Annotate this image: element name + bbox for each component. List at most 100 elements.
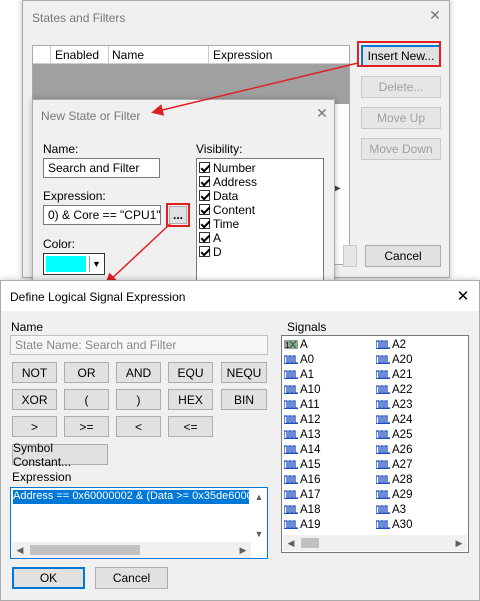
- define-close-icon[interactable]: ✕: [453, 287, 473, 305]
- signal-waveform-icon: [376, 430, 390, 439]
- signal-waveform-icon: [284, 370, 298, 379]
- signal-name: A: [300, 339, 308, 351]
- signals-list[interactable]: 1 A A0 A1 A10 A11 A12 A13 A14 A15 A16 A17 A18 A19 A2 A…: [281, 335, 469, 553]
- state-name-field[interactable]: State Name: Search and Filter: [10, 335, 268, 355]
- signal-item[interactable]: A26: [376, 443, 466, 458]
- signal-waveform-icon: [376, 505, 390, 514]
- signal-waveform-icon: [284, 490, 298, 499]
- svg-text:1: 1: [285, 341, 290, 349]
- scroll-left-icon[interactable]: ◀: [12, 542, 28, 558]
- signal-waveform-icon: [376, 385, 390, 394]
- scroll-right-icon[interactable]: ▶: [235, 542, 251, 558]
- signal-name: A28: [392, 474, 413, 486]
- signals-label: Signals: [287, 320, 327, 334]
- less-equal-button[interactable]: <=: [168, 416, 213, 437]
- less-button[interactable]: <: [116, 416, 161, 437]
- signal-item[interactable]: A13: [284, 428, 376, 443]
- signal-item[interactable]: A29: [376, 488, 466, 503]
- hex-button[interactable]: HEX: [168, 389, 213, 410]
- signal-item[interactable]: A2: [376, 338, 466, 353]
- signal-item[interactable]: A25: [376, 428, 466, 443]
- arrow-to-new-state-window: [151, 62, 359, 116]
- signal-item[interactable]: A21: [376, 368, 466, 383]
- signal-waveform-icon: [284, 415, 298, 424]
- bin-button[interactable]: BIN: [221, 389, 267, 410]
- signal-name: A29: [392, 489, 413, 501]
- signal-item[interactable]: A22: [376, 383, 466, 398]
- signal-name: A26: [392, 444, 413, 456]
- signal-name: A17: [300, 489, 321, 501]
- signal-waveform-icon: [376, 475, 390, 484]
- signal-name: A2: [392, 339, 407, 351]
- signal-waveform-icon: [376, 460, 390, 469]
- signal-waveform-icon: [376, 445, 390, 454]
- signal-name: A13: [300, 429, 321, 441]
- signal-item[interactable]: A30: [376, 518, 466, 533]
- scroll-down-icon[interactable]: ▼: [251, 526, 267, 542]
- expression-section-label: Expression: [12, 470, 72, 484]
- signal-name: A22: [392, 384, 413, 396]
- signals-column-2: A2 A20 A21 A22 A23 A24 A25 A26 A27 A28 A29 A3 A30: [376, 338, 466, 533]
- signal-waveform-icon: [284, 430, 298, 439]
- signal-item[interactable]: A24: [376, 413, 466, 428]
- symbol-constant-button[interactable]: Symbol Constant...: [12, 441, 108, 469]
- signal-name: A10: [300, 384, 321, 396]
- signals-column-1: 1 A A0 A1 A10 A11 A12 A13 A14 A15 A16 A17 A18 A19: [284, 338, 376, 533]
- xor-button[interactable]: XOR: [12, 389, 57, 410]
- signal-item[interactable]: 1A: [284, 338, 376, 353]
- greater-button[interactable]: >: [12, 416, 57, 437]
- signal-item[interactable]: A15: [284, 458, 376, 473]
- signal-item[interactable]: A14: [284, 443, 376, 458]
- equ-button[interactable]: EQU: [168, 362, 213, 383]
- define-window-title: Define Logical Signal Expression: [10, 290, 186, 304]
- signal-item[interactable]: A16: [284, 473, 376, 488]
- expression-editor[interactable]: Address == 0x60000002 & (Data >= 0x35de6…: [10, 487, 268, 559]
- define-expression-window: Define Logical Signal Expression ✕ Name …: [0, 280, 480, 601]
- nequ-button[interactable]: NEQU: [221, 362, 267, 383]
- signal-item[interactable]: A23: [376, 398, 466, 413]
- signal-item[interactable]: A0: [284, 353, 376, 368]
- signal-item[interactable]: A12: [284, 413, 376, 428]
- signals-hscrollbar[interactable]: ◀ ▶: [283, 535, 467, 551]
- signal-waveform-icon: [376, 370, 390, 379]
- scroll-right-icon[interactable]: ▶: [451, 535, 467, 551]
- signal-item[interactable]: A27: [376, 458, 466, 473]
- signal-waveform-icon: [284, 505, 298, 514]
- expression-hscrollbar[interactable]: ◀ ▶: [12, 542, 251, 558]
- open-paren-button[interactable]: (: [64, 389, 109, 410]
- signal-waveform-icon: [284, 520, 298, 529]
- signal-waveform-icon: [284, 475, 298, 484]
- signal-name: A27: [392, 459, 413, 471]
- signals-hscroll-thumb[interactable]: [301, 538, 319, 548]
- signal-name: A18: [300, 504, 321, 516]
- hscroll-thumb[interactable]: [30, 545, 140, 555]
- signal-name: A16: [300, 474, 321, 486]
- signal-item[interactable]: A10: [284, 383, 376, 398]
- cancel-button[interactable]: Cancel: [95, 567, 168, 589]
- scroll-up-icon[interactable]: ▲: [251, 489, 267, 505]
- ok-button[interactable]: OK: [12, 567, 85, 589]
- signal-item[interactable]: A11: [284, 398, 376, 413]
- signal-item[interactable]: A20: [376, 353, 466, 368]
- signal-waveform-icon: [376, 490, 390, 499]
- signal-name: A12: [300, 414, 321, 426]
- signal-item[interactable]: A17: [284, 488, 376, 503]
- signal-item[interactable]: A28: [376, 473, 466, 488]
- greater-equal-button[interactable]: >=: [64, 416, 109, 437]
- close-paren-button[interactable]: ): [116, 389, 161, 410]
- scroll-left-icon[interactable]: ◀: [283, 535, 299, 551]
- or-button[interactable]: OR: [64, 362, 109, 383]
- signal-waveform-icon: [284, 400, 298, 409]
- not-button[interactable]: NOT: [12, 362, 57, 383]
- and-button[interactable]: AND: [116, 362, 161, 383]
- signal-waveform-icon: [376, 400, 390, 409]
- signal-name: A3: [392, 504, 407, 516]
- signal-name: A21: [392, 369, 413, 381]
- signal-name: A15: [300, 459, 321, 471]
- arrow-to-define-window: [104, 223, 171, 286]
- expression-text-selected[interactable]: Address == 0x60000002 & (Data >= 0x35de6…: [13, 490, 249, 504]
- signal-item[interactable]: A1: [284, 368, 376, 383]
- signal-item[interactable]: A3: [376, 503, 466, 518]
- signal-item[interactable]: A18: [284, 503, 376, 518]
- signal-item[interactable]: A19: [284, 518, 376, 533]
